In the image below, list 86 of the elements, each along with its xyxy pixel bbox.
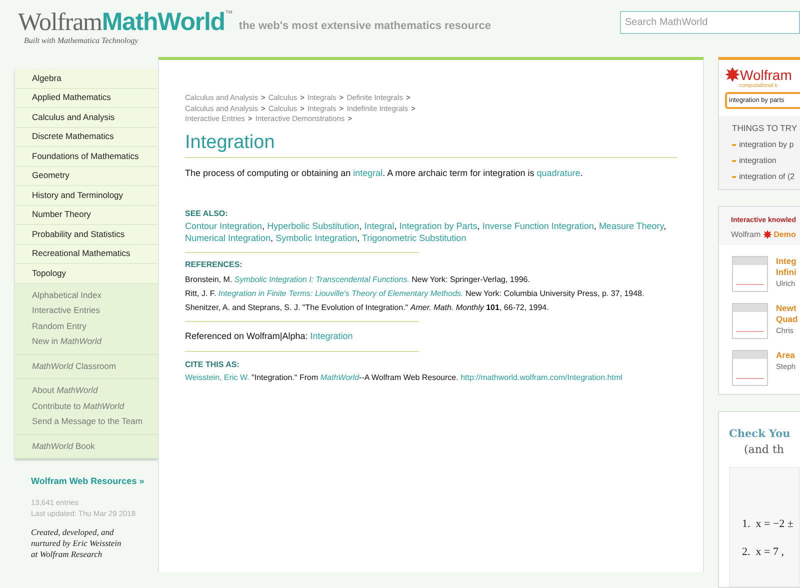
list-separator: , [359, 220, 362, 231]
reference-entry: Ritt, J. F. Integration in Finite Terms: Liouville's Theory of Elementary Methods. New York: Columbia University Press, p. 37, 1948. [185, 288, 646, 299]
list-separator: , [270, 232, 274, 243]
section-heading: SEE ALSO: [185, 208, 229, 220]
credits-line: nurtured by Eric Weisstein [31, 538, 122, 549]
brand-label: Wolfram [731, 228, 761, 240]
sidebar-link[interactable]: Random Entry [15, 318, 158, 334]
category-link[interactable]: Discrete Mathematics [15, 128, 158, 147]
category-link[interactable]: Calculus and Analysis [15, 108, 158, 128]
site-tagline: the web's most extensive mathematics resource [238, 19, 491, 34]
text-link[interactable]: Contour Integration [185, 220, 262, 231]
text-link[interactable]: Weisstein, Eric W. [185, 373, 250, 382]
definition-text: The process of computing or obtaining an integral. A more archaic term for integration is quadrature. [185, 167, 584, 180]
text-link[interactable]: Inverse Function Integration [482, 220, 594, 231]
alpha-logo[interactable]: Wolfram [740, 68, 792, 82]
category-link[interactable]: Number Theory [15, 206, 158, 225]
text-link[interactable]: Trigonometric Substitution [362, 232, 466, 243]
sidebar-link[interactable]: New in MathWorld [15, 334, 158, 350]
thumbnail-drawing[interactable] [732, 256, 768, 292]
problem-item: 1. x = −2 ± [742, 516, 794, 532]
thumbnail-drawing[interactable] [732, 302, 768, 338]
sidebar-link[interactable]: Alphabetical Index [15, 288, 158, 303]
section-heading: THINGS TO TRY [732, 122, 798, 135]
section-heading: REFERENCES: [185, 258, 244, 271]
list-separator: , [262, 220, 265, 231]
spikey-star-icon [762, 230, 772, 239]
text-link[interactable]: Hyperbolic Substitution [267, 220, 360, 231]
suggestion-link[interactable]: integration by p [739, 139, 794, 151]
text-link[interactable]: Integration by Parts [399, 220, 478, 231]
credits-line: Created, developed, and [31, 527, 115, 538]
sidebar-link[interactable]: Interactive Entries [15, 303, 158, 318]
trademark-mark: ™ [224, 10, 233, 18]
spikey-star-icon [725, 67, 740, 82]
list-separator: , [594, 220, 596, 231]
category-link[interactable]: History and Terminology [15, 186, 158, 206]
quiz-subtitle: (and th [743, 442, 785, 458]
text-link[interactable]: quadrature [536, 168, 580, 178]
thumbnail-drawing[interactable] [732, 350, 768, 386]
reference-entry: Shenitzer, A. and Steprans, S. J. "The Evolution of Integration." Amer. Math. Monthly 101, 66-72, 1994. [185, 302, 550, 313]
logo-subtitle: Built with Mathematica Technology [23, 35, 140, 47]
list-separator: , [357, 232, 360, 243]
demo-title-link[interactable]: Integ [776, 256, 796, 266]
sidebar-link[interactable]: Send a Message to the Team [15, 414, 158, 430]
text-link[interactable]: integral [353, 168, 383, 178]
demo-title-link[interactable]: Quad [776, 314, 798, 324]
sidebar-link[interactable]: MathWorld Book [15, 438, 158, 454]
text-link[interactable]: Integration in Finite Terms: Liouville's Theory of Elementary Methods. [218, 288, 464, 298]
suggestion-link[interactable]: integration [739, 155, 776, 167]
category-link[interactable]: Probability and Statistics [15, 225, 158, 244]
brand-label: Demo [774, 228, 796, 240]
list-separator: , [664, 220, 666, 231]
citation-text: Weisstein, Eric W. "Integration." From MathWorld--A Wolfram Web Resource. http://mathworld.wolfram.com/Integration.html [185, 372, 624, 384]
category-link[interactable]: Topology [15, 264, 158, 284]
sidebar-link[interactable]: MathWorld Classroom [15, 358, 158, 374]
text-link[interactable]: http://mathworld.wolfram.com/Integration.html [460, 373, 622, 382]
text-link[interactable]: Measure Theory [598, 220, 664, 231]
text-link[interactable]: Integration [310, 330, 353, 341]
sidebar-link[interactable]: About MathWorld [15, 383, 158, 398]
demo-title-link[interactable]: Infini [776, 266, 796, 278]
category-link[interactable]: Foundations of Mathematics [15, 147, 158, 166]
demo-title-link[interactable]: Newt [776, 302, 798, 314]
text-link[interactable]: Numerical Integration [185, 232, 271, 243]
logo-wordmark[interactable]: Wolfram [18, 10, 102, 35]
problem-item: 2. x = 7 , [742, 545, 785, 560]
quiz-title: Check You [729, 426, 792, 442]
category-link[interactable]: Recreational Mathematics [15, 244, 158, 264]
resources-link[interactable]: Wolfram Web Resources » [31, 475, 158, 488]
category-link[interactable]: Algebra [15, 69, 158, 88]
section-heading: CITE THIS AS: [185, 359, 240, 372]
text-link[interactable]: Symbolic Integration I: Transcendental Functions. [234, 274, 410, 284]
search-field[interactable]: Search MathWorld [620, 11, 800, 34]
category-link[interactable]: Geometry [15, 166, 158, 186]
reference-entry: Bronstein, M. Symbolic Integration I: Transcendental Functions. New York: Springer-Verlag, 1996. [185, 274, 531, 285]
category-link[interactable]: Applied Mathematics [15, 88, 158, 108]
text-link[interactable]: MathWorld [320, 373, 360, 382]
logo-brand[interactable]: MathWorld [102, 10, 225, 35]
alpha-reference: Referenced on Wolfram|Alpha: Integration [185, 330, 354, 343]
sidebar-link[interactable]: Contribute to MathWorld [15, 398, 158, 414]
list-separator: , [477, 220, 480, 231]
text-link[interactable]: Integral [364, 220, 394, 231]
text-link[interactable]: Symbolic Integration [276, 232, 358, 243]
demo-title-link[interactable]: Area [776, 350, 796, 360]
list-separator: , [394, 220, 397, 231]
suggestion-link[interactable]: integration of (2 [739, 171, 795, 183]
credits-line: at Wolfram Research [31, 549, 104, 560]
article-title: Integration [185, 131, 276, 156]
